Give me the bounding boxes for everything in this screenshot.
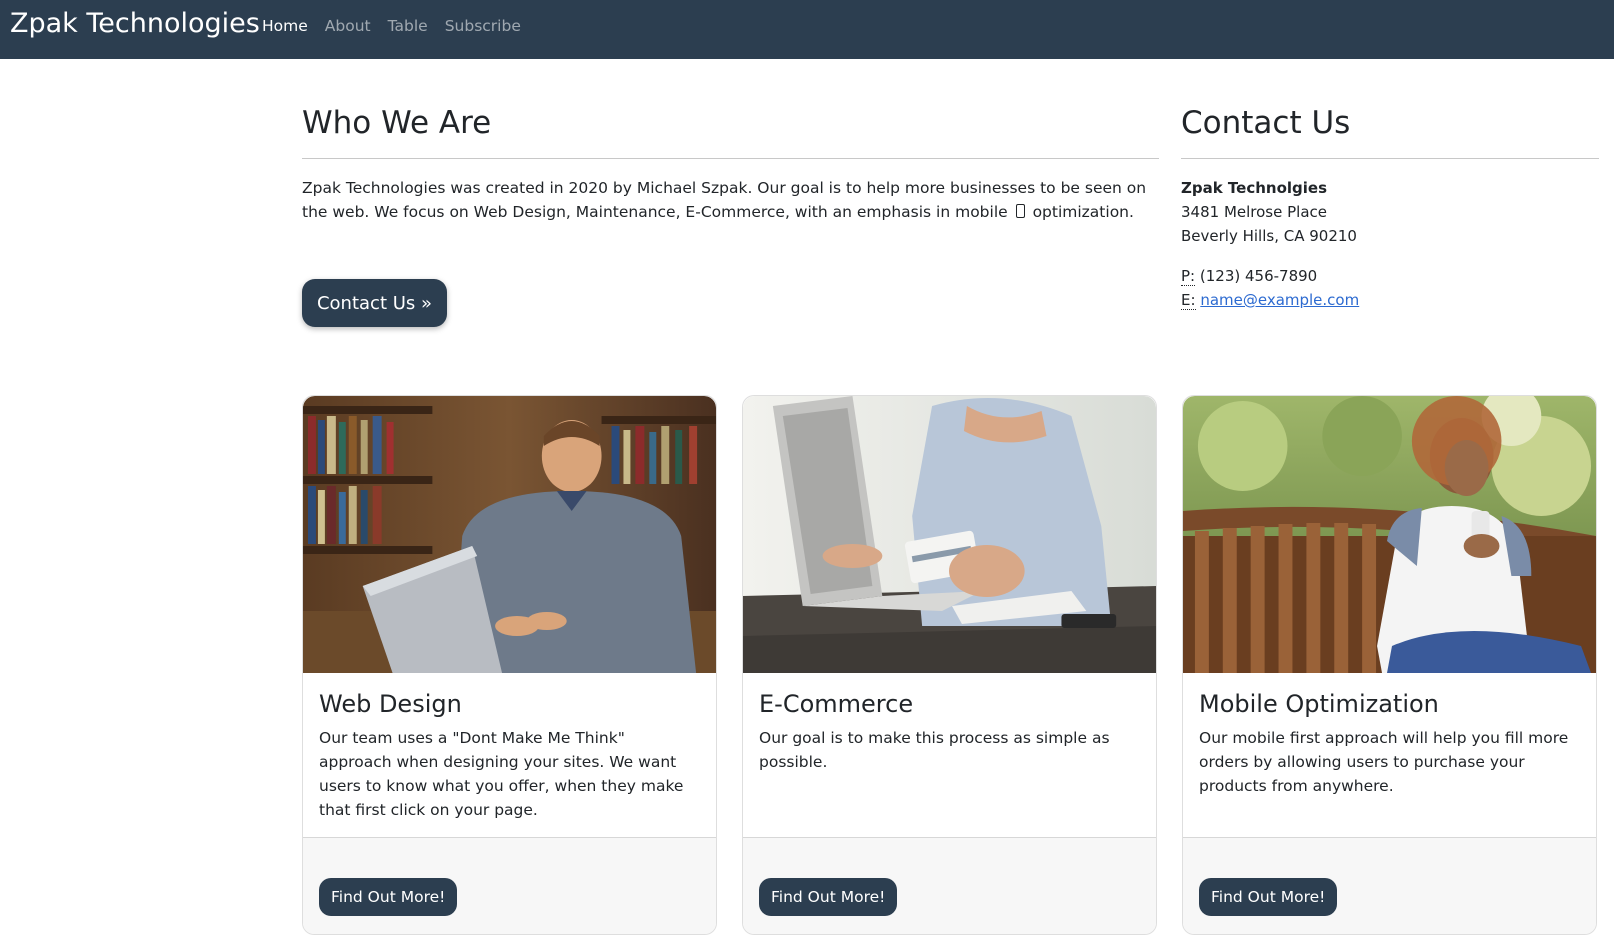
address-block: Zpak Technolgies 3481 Melrose Place Beve… (1181, 176, 1357, 248)
card-image (1183, 396, 1596, 673)
nav-link-table[interactable]: Table (388, 17, 428, 35)
mobile-phone-icon (1015, 204, 1025, 218)
card-title: Web Design (319, 690, 462, 718)
about-divider (302, 158, 1159, 159)
man-on-laptop-in-library-photo (303, 396, 716, 673)
about-paragraph: Zpak Technologies was created in 2020 by… (302, 176, 1172, 224)
phone-label: P: (1181, 267, 1196, 286)
find-out-more-button[interactable]: Find Out More! (319, 878, 458, 916)
brand-link[interactable]: Zpak Technologies (10, 8, 260, 39)
email-label: E: (1181, 291, 1196, 310)
card-mobile-optimization: Mobile Optimization Our mobile first app… (1182, 395, 1597, 935)
find-out-more-button[interactable]: Find Out More! (1199, 878, 1338, 916)
card-e-commerce: E-Commerce Our goal is to make this proc… (742, 395, 1157, 935)
contact-details: P: (123) 456-7890 E: name@example.com (1181, 264, 1359, 312)
contact-us-button[interactable]: Contact Us » (302, 279, 447, 327)
company-name: Zpak Technolgies (1181, 179, 1328, 197)
city-state-zip: Beverly Hills, CA 90210 (1181, 227, 1357, 245)
card-web-design: Web Design Our team uses a "Dont Make Me… (302, 395, 717, 935)
contact-divider (1181, 158, 1599, 159)
card-image (743, 396, 1156, 673)
card-footer: Find Out More! (1183, 837, 1596, 934)
nav-link-home[interactable]: Home (262, 17, 308, 35)
street-address: 3481 Melrose Place (1181, 203, 1327, 221)
email-link[interactable]: name@example.com (1200, 291, 1359, 309)
card-image (303, 396, 716, 673)
contact-heading: Contact Us (1181, 105, 1351, 141)
hand-holding-credit-card-laptop-photo (743, 396, 1156, 673)
card-title: E-Commerce (759, 690, 914, 718)
nav-link-about[interactable]: About (325, 17, 371, 35)
card-text: Our team uses a "Dont Make Me Think" app… (319, 729, 684, 819)
card-text: Our mobile first approach will help you … (1199, 729, 1569, 795)
about-heading: Who We Are (302, 105, 492, 141)
nav-links: Home About Table Subscribe (262, 17, 538, 35)
card-footer: Find Out More! (303, 837, 716, 934)
card-text: Our goal is to make this process as simp… (759, 729, 1110, 771)
navbar: Zpak Technologies Home About Table Subsc… (0, 0, 1614, 59)
nav-link-subscribe[interactable]: Subscribe (445, 17, 521, 35)
card-footer: Find Out More! (743, 837, 1156, 934)
find-out-more-button[interactable]: Find Out More! (759, 878, 898, 916)
card-title: Mobile Optimization (1199, 690, 1439, 718)
phone-number: (123) 456-7890 (1199, 267, 1318, 285)
woman-on-bench-with-phone-photo (1183, 396, 1596, 673)
about-text-end: optimization. (1032, 203, 1134, 221)
